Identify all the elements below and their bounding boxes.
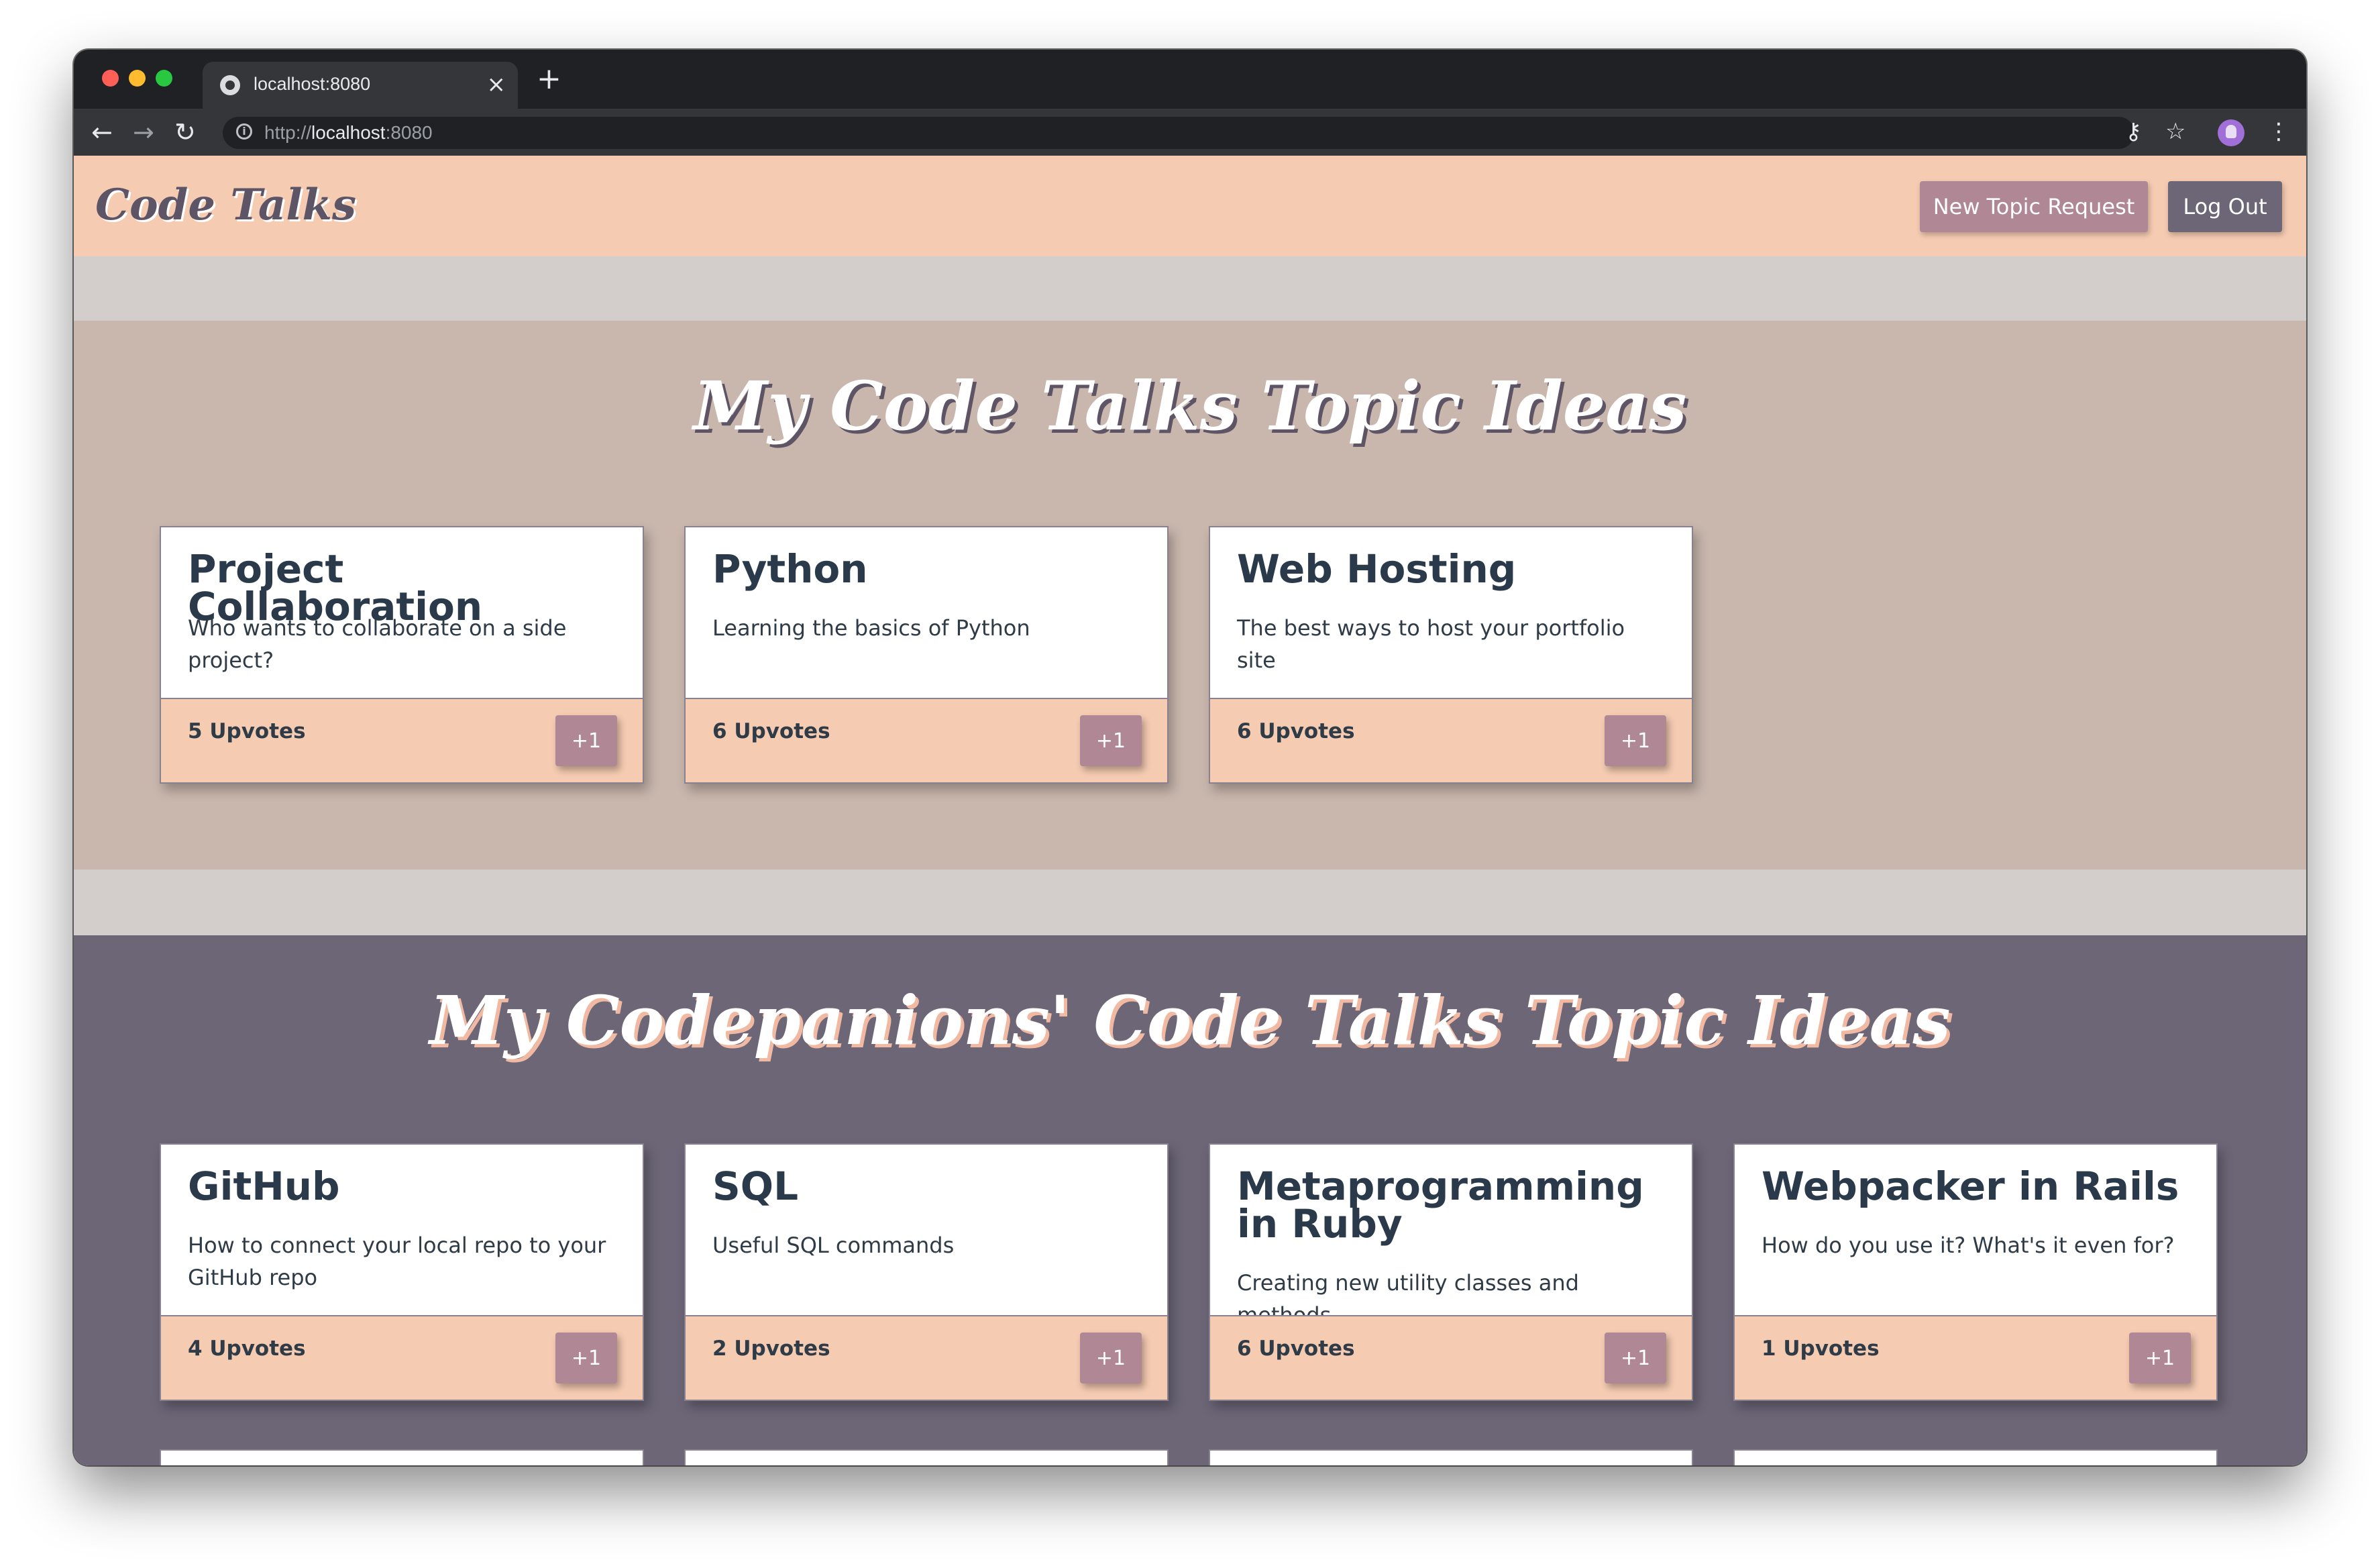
star-icon[interactable]: ☆ bbox=[2165, 115, 2185, 148]
upvote-button[interactable]: +1 bbox=[555, 715, 617, 766]
topic-card-partial bbox=[1733, 1449, 2218, 1465]
upvote-button[interactable]: +1 bbox=[1080, 1333, 1142, 1384]
browser-window: localhost:8080 × + ← → ↻ i http://localh… bbox=[74, 50, 2306, 1465]
site-navbar: Code Talks New Topic Request Log Out bbox=[74, 156, 2306, 256]
topic-title: GitHub bbox=[188, 1163, 340, 1209]
upvote-count: 6 Upvotes bbox=[1237, 1337, 1355, 1361]
browser-tab[interactable]: localhost:8080 × bbox=[203, 62, 518, 109]
topic-title: Metaprogramming in Ruby bbox=[1237, 1163, 1644, 1247]
back-arrow-icon[interactable]: ← bbox=[91, 117, 113, 148]
topic-footer: 1 Upvotes +1 bbox=[1735, 1315, 2216, 1400]
topic-title: Python bbox=[712, 546, 868, 592]
topic-description: Learning the basics of Python bbox=[712, 615, 1030, 641]
maximize-window-button[interactable] bbox=[156, 70, 172, 87]
browser-toolbar: ← → ↻ i http://localhost:8080 ⚷ ☆ ⋮ bbox=[74, 109, 2306, 156]
topic-card: Metaprogramming in Ruby Creating new uti… bbox=[1209, 1143, 1693, 1401]
topic-footer: 6 Upvotes +1 bbox=[1210, 1315, 1692, 1400]
codepanions-topics-section: My Codepanions' Code Talks Topic Ideas G… bbox=[74, 935, 2306, 1465]
log-out-button[interactable]: Log Out bbox=[2168, 181, 2282, 232]
topic-description: Who wants to collaborate on a side proje… bbox=[188, 615, 567, 673]
topic-title: SQL bbox=[712, 1163, 799, 1209]
topic-footer: 2 Upvotes +1 bbox=[686, 1315, 1167, 1400]
address-bar[interactable]: i http://localhost:8080 bbox=[223, 117, 2134, 149]
upvote-button[interactable]: +1 bbox=[1080, 715, 1142, 766]
topic-card-partial bbox=[684, 1449, 1169, 1465]
topic-card: SQL Useful SQL commands 2 Upvotes +1 bbox=[684, 1143, 1169, 1401]
tab-bar: localhost:8080 × + bbox=[74, 50, 2306, 109]
forward-arrow-icon[interactable]: → bbox=[133, 117, 154, 148]
topic-footer: 4 Upvotes +1 bbox=[161, 1315, 643, 1400]
topic-title: Webpacker in Rails bbox=[1762, 1163, 2179, 1209]
codepanions-topics-heading: My Codepanions' Code Talks Topic Ideas bbox=[429, 981, 1951, 1060]
upvote-count: 1 Upvotes bbox=[1762, 1337, 1880, 1361]
site-logo[interactable]: Code Talks bbox=[95, 180, 356, 230]
info-icon[interactable]: i bbox=[236, 123, 252, 140]
topic-footer: 6 Upvotes +1 bbox=[686, 698, 1167, 782]
topic-footer: 5 Upvotes +1 bbox=[161, 698, 643, 782]
my-topics-heading: My Code Talks Topic Ideas bbox=[693, 366, 1687, 446]
upvote-count: 4 Upvotes bbox=[188, 1337, 306, 1361]
page-content: Code Talks New Topic Request Log Out My … bbox=[74, 156, 2306, 1465]
close-window-button[interactable] bbox=[102, 70, 119, 87]
topic-card: Web Hosting The best ways to host your p… bbox=[1209, 526, 1693, 784]
topic-description: Useful SQL commands bbox=[712, 1233, 955, 1258]
upvote-button[interactable]: +1 bbox=[1605, 1333, 1666, 1384]
close-tab-icon[interactable]: × bbox=[487, 71, 506, 98]
topic-card-partial bbox=[1209, 1449, 1693, 1465]
topic-card: Webpacker in Rails How do you use it? Wh… bbox=[1733, 1143, 2218, 1401]
url-text: http://localhost:8080 bbox=[264, 122, 433, 143]
profile-avatar-icon[interactable] bbox=[2218, 119, 2244, 146]
more-menu-icon[interactable]: ⋮ bbox=[2267, 115, 2290, 148]
upvote-count: 6 Upvotes bbox=[712, 719, 830, 743]
upvote-count: 2 Upvotes bbox=[712, 1337, 830, 1361]
reload-icon[interactable]: ↻ bbox=[174, 117, 196, 148]
tab-title: localhost:8080 bbox=[254, 74, 371, 94]
minimize-window-button[interactable] bbox=[129, 70, 146, 87]
topic-card: Project Collaboration Who wants to colla… bbox=[160, 526, 644, 784]
globe-icon bbox=[220, 75, 240, 95]
topic-description: How do you use it? What's it even for? bbox=[1762, 1233, 2175, 1258]
upvote-count: 6 Upvotes bbox=[1237, 719, 1355, 743]
topic-card: Python Learning the basics of Python 6 U… bbox=[684, 526, 1169, 784]
new-tab-icon[interactable]: + bbox=[537, 64, 561, 94]
my-topics-section: My Code Talks Topic Ideas Project Collab… bbox=[74, 321, 2306, 870]
upvote-count: 5 Upvotes bbox=[188, 719, 306, 743]
topic-card-partial bbox=[160, 1449, 644, 1465]
topic-card: GitHub How to connect your local repo to… bbox=[160, 1143, 644, 1401]
topic-description: How to connect your local repo to your G… bbox=[188, 1233, 606, 1290]
upvote-button[interactable]: +1 bbox=[555, 1333, 617, 1384]
upvote-button[interactable]: +1 bbox=[2129, 1333, 2191, 1384]
new-topic-request-button[interactable]: New Topic Request bbox=[1920, 181, 2148, 232]
topic-description: The best ways to host your portfolio sit… bbox=[1237, 615, 1625, 673]
key-icon[interactable]: ⚷ bbox=[2125, 115, 2142, 148]
topic-footer: 6 Upvotes +1 bbox=[1210, 698, 1692, 782]
topic-title: Web Hosting bbox=[1237, 546, 1517, 592]
upvote-button[interactable]: +1 bbox=[1605, 715, 1666, 766]
